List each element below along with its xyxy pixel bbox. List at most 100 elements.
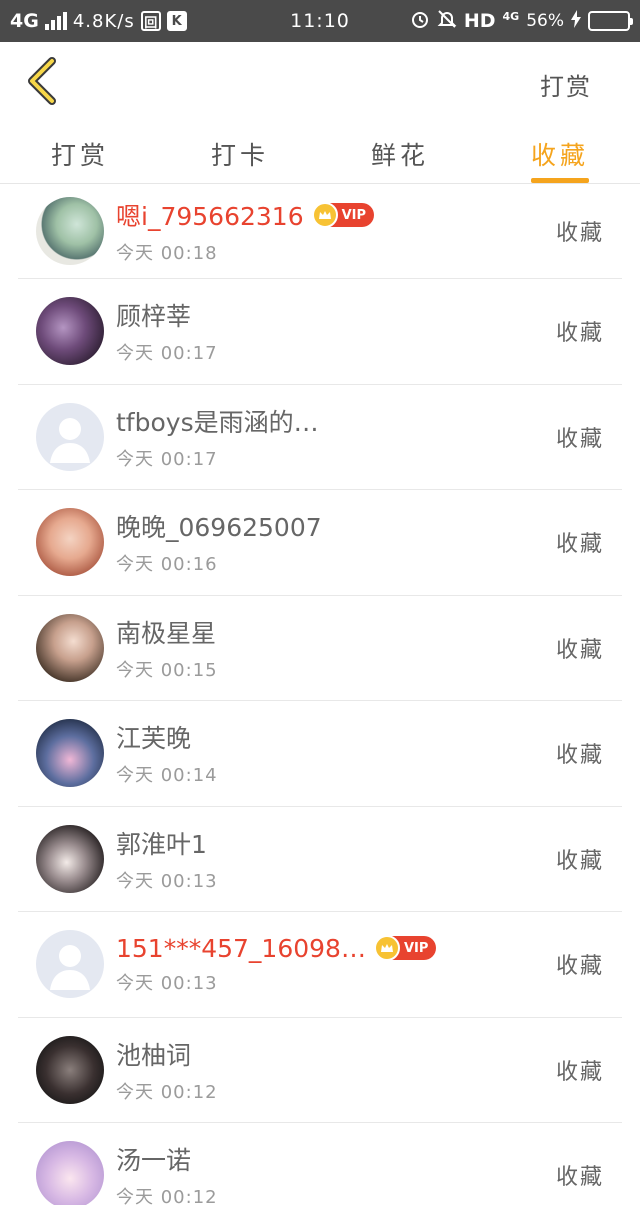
avatar[interactable] — [36, 297, 104, 366]
timestamp: 今天 00:16 — [116, 554, 218, 576]
name-line: 151***457_16098… VIP — [116, 934, 437, 963]
user-name[interactable]: 江芙晚 — [116, 719, 191, 755]
list-item[interactable]: 南极星星今天 00:15 收藏 — [18, 596, 622, 701]
name-line: 郭淮叶1 — [116, 825, 218, 861]
network-speed: 4.8K/s — [72, 10, 135, 32]
user-name[interactable]: 顾梓莘 — [116, 297, 191, 333]
tab-reward[interactable]: 打赏 — [0, 120, 160, 183]
list-item[interactable]: tfboys是雨涵的… 今天 00:17 收藏 — [18, 385, 622, 490]
list-item[interactable]: 郭淮叶1 今天 00:13 收藏 — [18, 807, 622, 912]
avatar[interactable] — [36, 508, 104, 577]
favorites-list: 嗯i_795662316 VIP 今天 00:18 收藏 顾梓莘 今天 00:17 收藏 tf… — [0, 184, 640, 1205]
name-line: 南极星星 — [116, 614, 218, 650]
vip-label: VIP — [341, 207, 367, 223]
list-item[interactable]: 江芙晚今天 00:14 收藏 — [18, 701, 622, 807]
timestamp: 今天 00:15 — [116, 659, 218, 681]
name-line: 汤一诺 — [116, 1141, 218, 1177]
vip-label: VIP — [403, 940, 429, 956]
user-info: 南极星星今天 00:15 — [116, 614, 218, 682]
user-name[interactable]: 池柚词 — [116, 1036, 191, 1072]
tab-checkin[interactable]: 打卡 — [160, 120, 320, 183]
avatar[interactable] — [36, 1035, 104, 1104]
user-info: 郭淮叶1 今天 00:13 — [116, 825, 218, 893]
user-name[interactable]: 嗯i_795662316 — [116, 197, 304, 233]
tab-favorites[interactable]: 收藏 — [480, 120, 640, 183]
default-avatar-icon — [50, 417, 90, 463]
name-line: 顾梓莘 — [116, 297, 218, 333]
timestamp: 今天 00:14 — [116, 765, 218, 787]
chevron-left-icon — [28, 57, 56, 105]
app-notification-icon: 回 — [140, 11, 161, 31]
name-line: tfboys是雨涵的… — [116, 403, 319, 439]
name-line: 池柚词 — [116, 1036, 218, 1072]
tab-flowers[interactable]: 鲜花 — [320, 120, 480, 183]
favorite-action-label: 收藏 — [555, 321, 604, 347]
reward-header-button[interactable]: 打赏 — [540, 67, 592, 102]
network-small: 4G — [502, 9, 520, 23]
timestamp: 今天 00:17 — [116, 448, 218, 470]
list-item[interactable]: 嗯i_795662316 VIP 今天 00:18 收藏 — [18, 184, 622, 279]
timestamp: 今天 00:17 — [116, 343, 218, 365]
list-item[interactable]: 池柚词今天 00:12 收藏 — [18, 1018, 622, 1123]
network-type: 4G — [10, 10, 39, 32]
avatar[interactable] — [36, 930, 104, 999]
user-name[interactable]: 郭淮叶1 — [116, 825, 207, 861]
charging-icon — [571, 9, 581, 33]
header: 打赏 — [0, 42, 640, 120]
favorite-action-label: 收藏 — [555, 954, 604, 980]
favorite-action-label: 收藏 — [555, 532, 604, 558]
favorite-action-label: 收藏 — [555, 743, 604, 769]
name-line: 江芙晚 — [116, 719, 218, 755]
mute-icon — [437, 9, 457, 34]
user-name[interactable]: 晚晚_069625007 — [116, 508, 322, 544]
battery-icon — [588, 11, 633, 31]
favorite-action-label: 收藏 — [555, 426, 604, 452]
alarm-icon — [410, 9, 430, 34]
avatar[interactable] — [36, 613, 104, 682]
list-item[interactable]: 151***457_16098… VIP 今天 00:13 收藏 — [18, 912, 622, 1018]
user-info: 池柚词今天 00:12 — [116, 1036, 218, 1104]
timestamp: 今天 00:18 — [116, 243, 218, 264]
user-info: tfboys是雨涵的… 今天 00:17 — [116, 403, 319, 471]
clock: 11:10 — [290, 10, 350, 32]
name-line: 嗯i_795662316 VIP — [116, 197, 375, 233]
user-info: 151***457_16098… VIP 今天 00:13 — [116, 934, 437, 995]
user-info: 晚晚_069625007 今天 00:16 — [116, 508, 322, 576]
timestamp: 今天 00:13 — [116, 870, 218, 892]
avatar[interactable] — [36, 824, 104, 893]
user-name[interactable]: 南极星星 — [116, 614, 216, 650]
user-info: 汤一诺今天 00:12 — [116, 1141, 218, 1205]
list-item[interactable]: 汤一诺今天 00:12 收藏 — [18, 1123, 622, 1205]
favorite-action-label: 收藏 — [555, 637, 604, 663]
user-info: 嗯i_795662316 VIP 今天 00:18 — [116, 197, 375, 265]
user-name[interactable]: 汤一诺 — [116, 1141, 191, 1177]
tab-bar: 打赏 打卡 鲜花 收藏 — [0, 120, 640, 184]
crown-icon — [373, 935, 400, 962]
status-bar: 4G 4.8K/s 回 K 11:10 HD 4G 56% — [0, 0, 640, 42]
vip-badge: VIP — [373, 935, 437, 962]
vip-badge: VIP — [311, 202, 375, 228]
list-item[interactable]: 顾梓莘今天 00:17 收藏 — [18, 279, 622, 385]
back-button[interactable] — [22, 56, 62, 106]
default-avatar-icon — [50, 945, 90, 991]
favorite-action-label: 收藏 — [555, 1059, 604, 1085]
user-name[interactable]: 151***457_16098… — [116, 934, 366, 963]
user-info: 顾梓莘今天 00:17 — [116, 297, 218, 365]
list-item[interactable]: 晚晚_069625007 今天 00:16 收藏 — [18, 490, 622, 596]
user-name[interactable]: tfboys是雨涵的… — [116, 403, 319, 439]
avatar[interactable] — [36, 402, 104, 471]
avatar[interactable] — [36, 197, 104, 265]
timestamp: 今天 00:13 — [116, 972, 218, 994]
battery-percent: 56% — [526, 11, 564, 31]
avatar[interactable] — [36, 719, 104, 788]
user-info: 江芙晚今天 00:14 — [116, 719, 218, 787]
signal-icon — [44, 12, 67, 30]
favorite-action-label: 收藏 — [555, 848, 604, 874]
avatar[interactable] — [36, 1141, 104, 1205]
crown-icon — [311, 202, 338, 228]
timestamp: 今天 00:12 — [116, 1187, 218, 1205]
name-line: 晚晚_069625007 — [116, 508, 322, 544]
k-app-icon: K — [166, 11, 187, 31]
favorite-action-label: 收藏 — [555, 1165, 604, 1191]
timestamp: 今天 00:12 — [116, 1081, 218, 1103]
